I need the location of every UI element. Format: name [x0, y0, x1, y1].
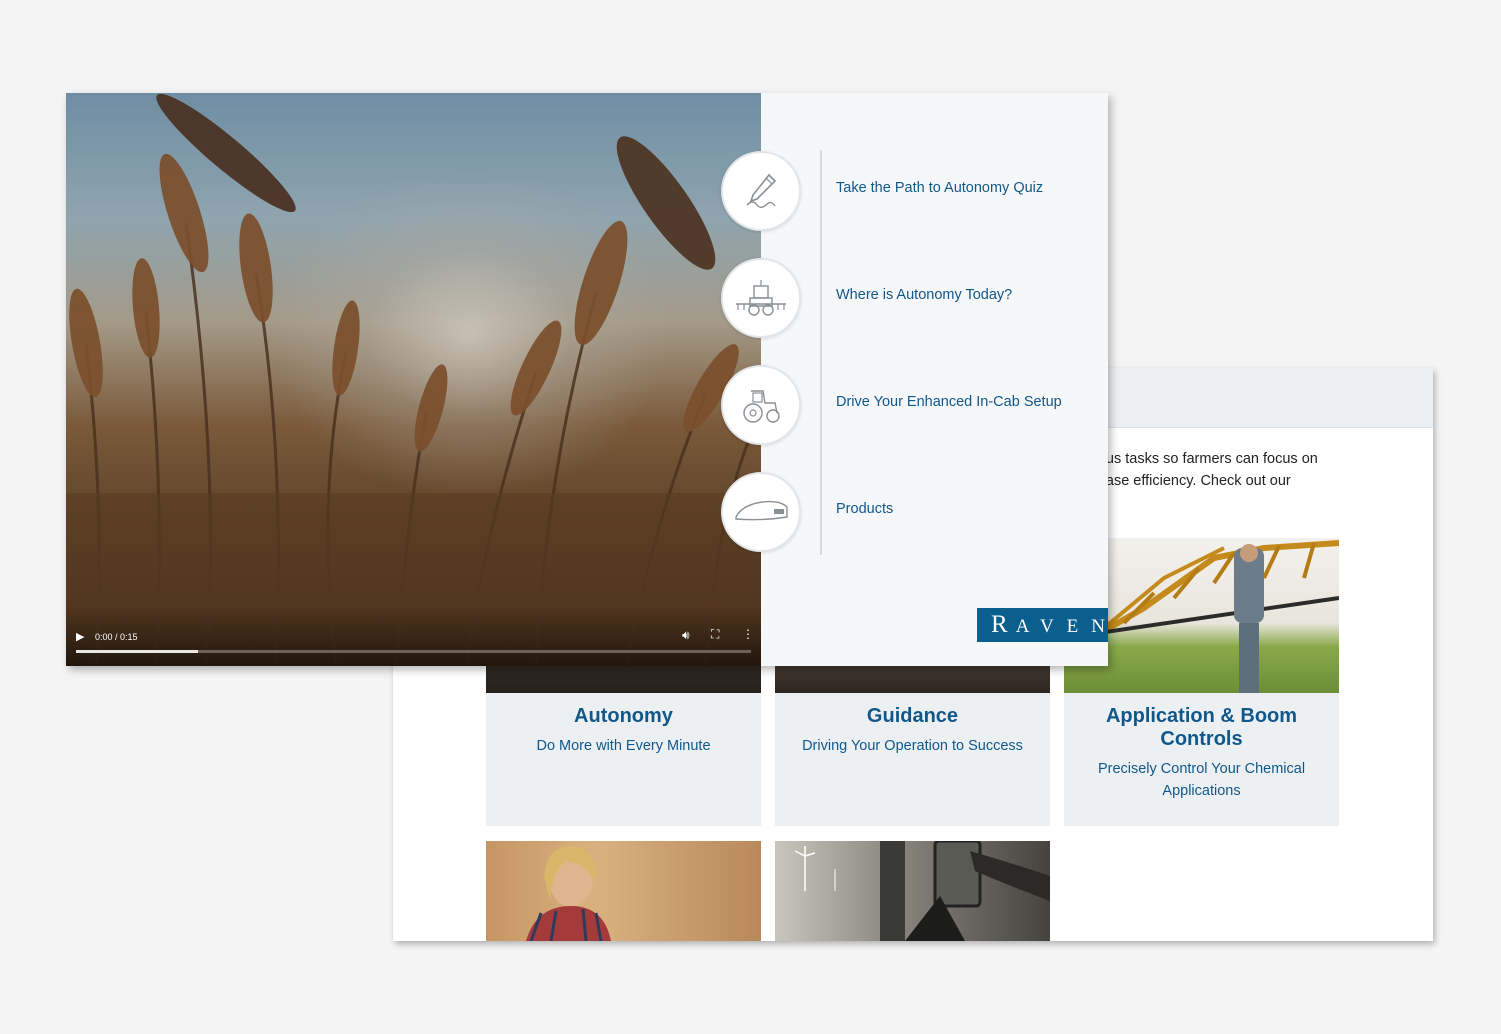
guidance-display-icon: [735, 500, 788, 521]
menu-icon-circle: [721, 472, 801, 552]
menu-item-label[interactable]: Take the Path to Autonomy Quiz: [836, 180, 1043, 196]
fullscreen-icon[interactable]: ⛶: [711, 627, 719, 642]
tile-title: Guidance: [866, 705, 959, 727]
video-progress-bar[interactable]: [76, 650, 751, 653]
product-tile[interactable]: [486, 841, 761, 941]
tractor-icon: [743, 390, 780, 423]
raven-logo: RAVEN: [977, 608, 1108, 642]
menu-item-autonomy-today[interactable]: Where is Autonomy Today?: [721, 258, 1051, 338]
tile-photo: [486, 841, 761, 941]
pen-signature-icon: [746, 173, 777, 208]
tile-subtitle: Precisely Control Your Chemical Applicat…: [1097, 761, 1306, 799]
tile-subtitle: Driving Your Operation to Success: [802, 738, 1023, 754]
woman-on-phone-illustration: [526, 846, 611, 941]
play-icon[interactable]: ▶: [76, 630, 84, 643]
menu-item-in-cab-setup[interactable]: Drive Your Enhanced In-Cab Setup: [721, 365, 1062, 445]
tile-title: Autonomy: [574, 705, 673, 727]
in-cab-display-illustration: [794, 841, 1050, 941]
menu-item-label[interactable]: Products: [836, 501, 893, 517]
video-player[interactable]: ▶ 0:00 / 0:15 🔊︎ ⛶ ⋮: [66, 93, 761, 666]
more-options-icon[interactable]: ⋮: [742, 627, 754, 641]
tile-title: Application & Boom Controls: [1105, 705, 1298, 750]
video-time: 0:00 / 0:15: [95, 632, 138, 642]
menu-item-autonomy-quiz[interactable]: Take the Path to Autonomy Quiz: [721, 151, 1051, 231]
wheat-field-video-frame: [66, 93, 761, 666]
volume-icon[interactable]: 🔊︎: [682, 628, 690, 643]
tile-photo: [775, 841, 1050, 941]
menu-item-products[interactable]: Products: [721, 472, 1051, 552]
autonomous-sprayer-icon: [736, 280, 786, 316]
menu-icon-circle: [721, 258, 801, 338]
product-tile[interactable]: [775, 841, 1050, 941]
menu-icon-circle: [721, 151, 801, 231]
menu-item-label[interactable]: Drive Your Enhanced In-Cab Setup: [836, 394, 1062, 410]
video-progress-fill: [76, 650, 198, 653]
intro-paragraph: rous tasks so farmers can focus on rease…: [1093, 451, 1318, 489]
menu-icon-circle: [721, 365, 801, 445]
interactive-module: ▶ 0:00 / 0:15 🔊︎ ⛶ ⋮ Take the Path to Au…: [66, 93, 1108, 666]
video-controls-bar: ▶ 0:00 / 0:15 🔊︎ ⛶ ⋮: [66, 606, 761, 666]
tile-subtitle: Do More with Every Minute: [536, 738, 711, 754]
menu-item-label[interactable]: Where is Autonomy Today?: [836, 287, 1012, 303]
